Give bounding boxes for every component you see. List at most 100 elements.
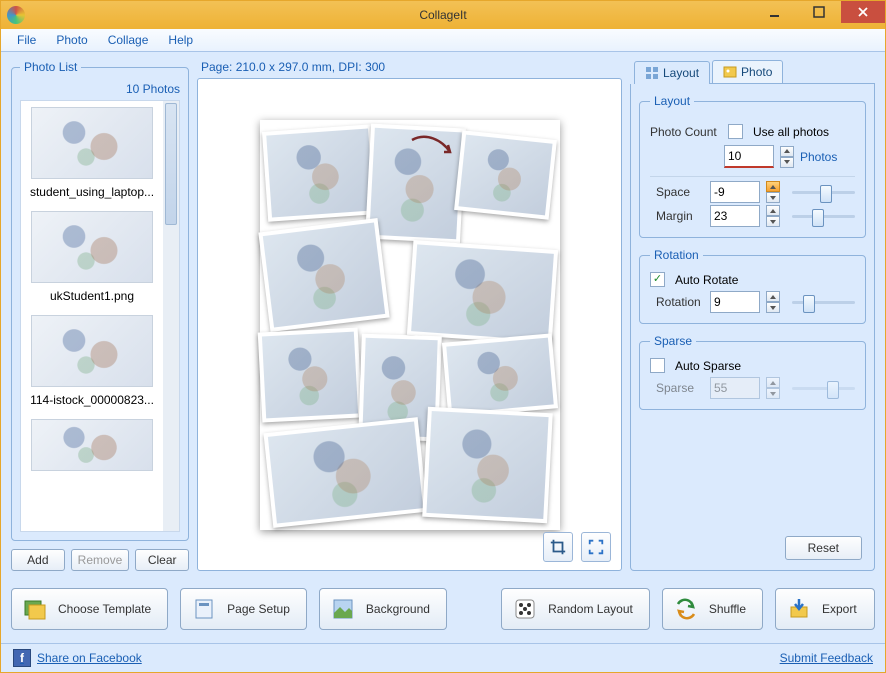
thumbnail-image bbox=[31, 211, 153, 283]
thumbnail-image bbox=[31, 107, 153, 179]
random-layout-button[interactable]: Random Layout bbox=[501, 588, 650, 630]
collage-photo[interactable] bbox=[263, 417, 427, 528]
thumbnail-image bbox=[31, 315, 153, 387]
rotation-group: Rotation Auto Rotate Rotation bbox=[639, 248, 866, 324]
titlebar: CollageIt bbox=[1, 1, 885, 29]
list-item[interactable] bbox=[21, 413, 163, 483]
minimize-button[interactable] bbox=[753, 1, 797, 23]
list-item[interactable]: ukStudent1.png bbox=[21, 205, 163, 309]
close-button[interactable] bbox=[841, 1, 885, 23]
canvas-panel: Page: 210.0 x 297.0 mm, DPI: 300 bbox=[197, 60, 622, 571]
submit-feedback-link[interactable]: Submit Feedback bbox=[780, 651, 873, 665]
margin-label: Margin bbox=[656, 209, 704, 223]
dice-icon bbox=[512, 596, 538, 622]
shuffle-button[interactable]: Shuffle bbox=[662, 588, 763, 630]
photo-list[interactable]: student_using_laptop... ukStudent1.png 1… bbox=[21, 101, 163, 531]
sparse-input bbox=[710, 377, 760, 399]
space-slider[interactable] bbox=[792, 183, 855, 201]
sparse-slider bbox=[792, 379, 855, 397]
space-input[interactable] bbox=[710, 181, 760, 203]
menu-collage[interactable]: Collage bbox=[100, 31, 157, 49]
menubar: File Photo Collage Help bbox=[1, 29, 885, 52]
photo-count-spinner[interactable] bbox=[780, 146, 794, 168]
rotation-label: Rotation bbox=[656, 295, 704, 309]
use-all-photos-label: Use all photos bbox=[753, 125, 829, 139]
layout-grid-icon bbox=[645, 66, 659, 80]
collage-page[interactable] bbox=[260, 120, 560, 530]
share-facebook-link[interactable]: f Share on Facebook bbox=[13, 649, 142, 667]
remove-button[interactable]: Remove bbox=[71, 549, 130, 571]
app-window: CollageIt File Photo Collage Help Photo … bbox=[0, 0, 886, 673]
space-label: Space bbox=[656, 185, 704, 199]
fit-screen-button[interactable] bbox=[581, 532, 611, 562]
auto-sparse-label: Auto Sparse bbox=[675, 359, 741, 373]
share-facebook-label: Share on Facebook bbox=[37, 651, 142, 665]
tab-layout-label: Layout bbox=[663, 66, 699, 80]
rotation-slider[interactable] bbox=[792, 293, 855, 311]
thumbnail-image bbox=[31, 419, 153, 471]
thumbnail-label: ukStudent1.png bbox=[25, 289, 159, 303]
clear-button[interactable]: Clear bbox=[135, 549, 189, 571]
page-setup-icon bbox=[191, 596, 217, 622]
collage-photo[interactable] bbox=[441, 333, 557, 417]
arrow-annotation-icon bbox=[408, 134, 458, 162]
collage-photo[interactable] bbox=[261, 124, 377, 221]
menu-photo[interactable]: Photo bbox=[48, 31, 95, 49]
crop-tool-button[interactable] bbox=[543, 532, 573, 562]
photo-count-label: Photo Count bbox=[650, 125, 722, 139]
photo-count-input[interactable] bbox=[724, 145, 774, 168]
rotation-spinner[interactable] bbox=[766, 291, 780, 313]
auto-sparse-checkbox[interactable] bbox=[650, 358, 665, 373]
collage-photo[interactable] bbox=[422, 406, 553, 522]
list-item[interactable]: student_using_laptop... bbox=[21, 101, 163, 205]
page-info-text: Page: 210.0 x 297.0 mm, DPI: 300 bbox=[201, 60, 622, 74]
layout-group: Layout Photo Count Use all photos Photos… bbox=[639, 94, 866, 238]
sparse-label: Sparse bbox=[656, 381, 704, 395]
photo-list-panel: Photo List 10 Photos student_using_lapto… bbox=[11, 60, 189, 571]
margin-input[interactable] bbox=[710, 205, 760, 227]
menu-file[interactable]: File bbox=[9, 31, 44, 49]
list-item[interactable]: 114-istock_00000823... bbox=[21, 309, 163, 413]
background-label: Background bbox=[366, 602, 430, 616]
photo-icon bbox=[723, 65, 737, 79]
space-spinner[interactable] bbox=[766, 181, 780, 203]
canvas-area[interactable] bbox=[197, 78, 622, 571]
settings-panel: Layout Photo Layout Photo Count Use all … bbox=[630, 60, 875, 571]
shuffle-icon bbox=[673, 596, 699, 622]
add-button[interactable]: Add bbox=[11, 549, 65, 571]
collage-photo[interactable] bbox=[257, 327, 362, 422]
template-icon bbox=[22, 596, 48, 622]
auto-rotate-label: Auto Rotate bbox=[675, 273, 738, 287]
sparse-group: Sparse Auto Sparse Sparse bbox=[639, 334, 866, 410]
collage-photo[interactable] bbox=[258, 218, 389, 332]
margin-spinner[interactable] bbox=[766, 205, 780, 227]
choose-template-label: Choose Template bbox=[58, 602, 151, 616]
sparse-legend: Sparse bbox=[650, 334, 696, 348]
thumbnail-label: 114-istock_00000823... bbox=[25, 393, 159, 407]
auto-rotate-checkbox[interactable] bbox=[650, 272, 665, 287]
tab-photo[interactable]: Photo bbox=[712, 60, 783, 83]
collage-photo[interactable] bbox=[454, 130, 557, 219]
collage-photo[interactable] bbox=[406, 240, 557, 345]
photo-count-text: 10 Photos bbox=[20, 82, 180, 96]
shuffle-label: Shuffle bbox=[709, 602, 746, 616]
thumbnail-label: student_using_laptop... bbox=[25, 185, 159, 199]
background-button[interactable]: Background bbox=[319, 588, 447, 630]
statusbar: f Share on Facebook Submit Feedback bbox=[1, 643, 885, 672]
reset-button[interactable]: Reset bbox=[785, 536, 862, 560]
photo-list-legend: Photo List bbox=[20, 60, 81, 74]
background-icon bbox=[330, 596, 356, 622]
rotation-input[interactable] bbox=[710, 291, 760, 313]
margin-slider[interactable] bbox=[792, 207, 855, 225]
menu-help[interactable]: Help bbox=[160, 31, 201, 49]
export-button[interactable]: Export bbox=[775, 588, 875, 630]
rotation-legend: Rotation bbox=[650, 248, 703, 262]
random-layout-label: Random Layout bbox=[548, 602, 633, 616]
page-setup-button[interactable]: Page Setup bbox=[180, 588, 307, 630]
choose-template-button[interactable]: Choose Template bbox=[11, 588, 168, 630]
scrollbar[interactable] bbox=[163, 101, 179, 531]
maximize-button[interactable] bbox=[797, 1, 841, 23]
use-all-photos-checkbox[interactable] bbox=[728, 124, 743, 139]
tab-layout[interactable]: Layout bbox=[634, 61, 710, 84]
sparse-spinner bbox=[766, 377, 780, 399]
